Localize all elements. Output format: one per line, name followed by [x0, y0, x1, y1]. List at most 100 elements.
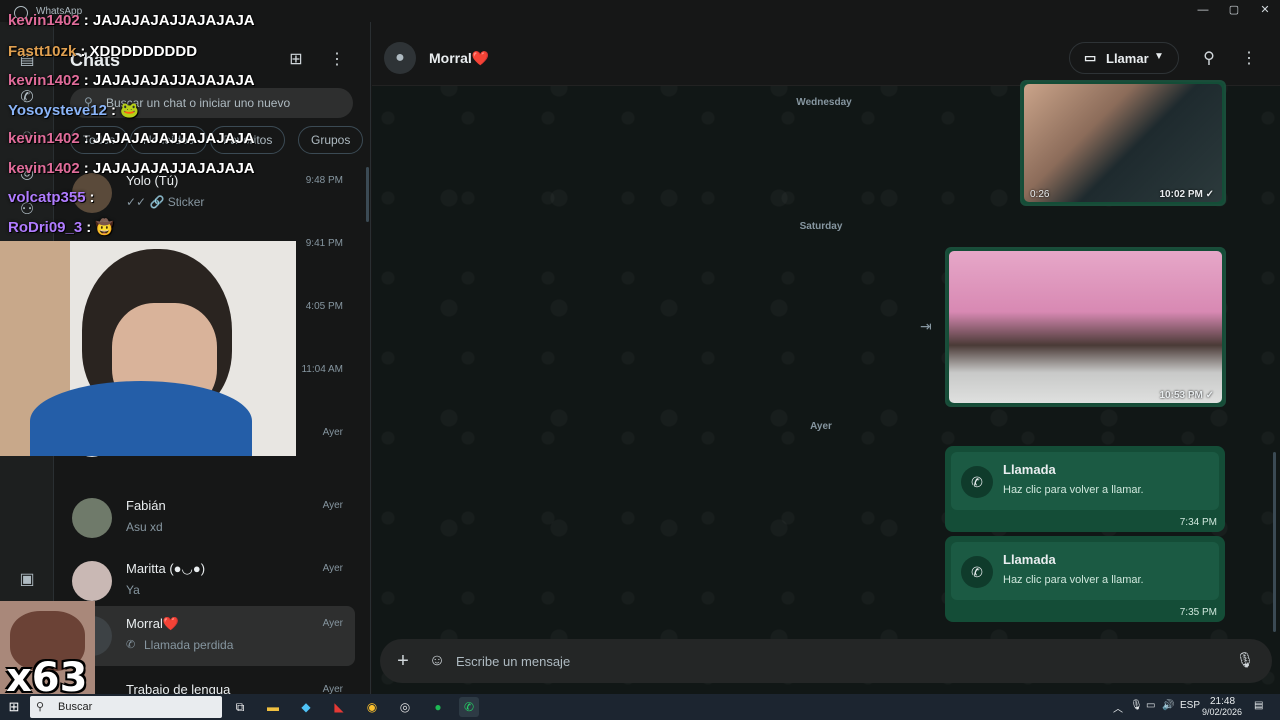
chat-preview: ✓✓ 🔗 Sticker [126, 195, 205, 209]
task-view-icon[interactable]: ⧉ [230, 697, 250, 717]
chat-item-fabian[interactable]: Fabián Ayer Asu xd [54, 488, 370, 551]
chat-name: Trabajo de lengua [126, 682, 231, 694]
message-composer: + ☺ 🎙 [380, 639, 1272, 683]
overlay-text: : 🤠 [86, 219, 115, 236]
day-label: Wednesday [796, 97, 852, 108]
conversation-header: ● Morral❤️ ▭ Llamar ▼ ⚲ ⋮ [372, 22, 1280, 86]
emoji-sticker-icon[interactable]: ☺ [426, 650, 448, 672]
message-input[interactable] [456, 651, 1216, 671]
message-time: 7:34 PM [1179, 517, 1217, 528]
whatsapp-window: WhatsApp — ▢ ✕ ▤ ✆ ◌ ◎ ⚇ ▣ Chats ⊞ ⋮ ⚲ T… [0, 0, 1280, 694]
overlay-user: Fastt10zk [8, 43, 77, 60]
overlay-text: : [89, 189, 95, 206]
overlay-user: Yosoysteve12 [8, 102, 107, 119]
chat-preview: Asu xd [126, 520, 163, 534]
chat-item-maritta[interactable]: Maritta (●◡●) Ayer Ya [54, 551, 370, 614]
store-icon[interactable]: ◆ [296, 697, 316, 717]
message-time: 7:35 PM [1179, 607, 1217, 618]
overlay-text: : XDDDDDDDDD [80, 43, 198, 60]
call-card[interactable]: ✆ Llamada Haz clic para volver a llamar. [951, 542, 1219, 600]
chat-time: Ayer [322, 500, 343, 511]
media-gallery-icon[interactable]: ▣ [15, 568, 39, 592]
overlay-user: RoDri09_3 [8, 219, 83, 236]
chat-time: Ayer [322, 427, 343, 438]
day-label: Ayer [810, 421, 832, 432]
tray-expand-icon[interactable]: ︿ [1113, 700, 1123, 715]
call-message[interactable]: ✆ Llamada Haz clic para volver a llamar.… [945, 446, 1225, 532]
volume-icon[interactable]: 🔊 [1162, 700, 1174, 711]
filter-groups[interactable]: Grupos [298, 126, 364, 154]
image-message[interactable]: 10:53 PM ✓ [945, 247, 1226, 407]
conversation-scrollbar[interactable] [1273, 452, 1276, 632]
call-button[interactable]: ▭ Llamar ▼ [1069, 42, 1179, 74]
call-title: Llamada [1003, 552, 1056, 567]
overlay-user: kevin1402 [8, 160, 80, 177]
microphone-icon[interactable]: 🎙 [1130, 700, 1143, 711]
notifications-icon[interactable]: ▤ [1254, 700, 1263, 711]
app-icon[interactable]: ◣ [329, 697, 349, 717]
overlay-chat-line: kevin1402: JAJAJAJAJJAJAJAJA [8, 130, 255, 147]
overlay-text: : JAJAJAJAJJAJAJAJA [83, 12, 255, 29]
chat-item-trabajo[interactable]: Trabajo de lengua Ayer [54, 672, 370, 694]
overlay-text: : JAJAJAJAJJAJAJAJA [83, 72, 255, 89]
chat-time: 11:04 AM [301, 364, 343, 375]
overlay-user: kevin1402 [8, 12, 80, 29]
missed-call-icon: ✆ [961, 556, 993, 588]
video-message[interactable]: 0:26 10:02 PM ✓ [1020, 80, 1226, 206]
spotify-icon[interactable]: ● [428, 697, 448, 717]
overlay-user: kevin1402 [8, 130, 80, 147]
overlay-text: : JAJAJAJAJJAJAJAJA [83, 130, 255, 147]
new-chat-icon[interactable]: ⊞ [284, 48, 308, 72]
network-icon[interactable]: ▭ [1146, 700, 1155, 711]
message-time: 10:02 PM ✓ [1159, 189, 1214, 200]
microphone-icon[interactable]: 🎙 [1234, 650, 1256, 672]
overlay-chat-line: RoDri09_3: 🤠 [8, 218, 114, 236]
obs-icon[interactable]: ◎ [395, 697, 415, 717]
overlay-user: volcatp355 [8, 189, 86, 206]
conversation-panel: ● Morral❤️ ▭ Llamar ▼ ⚲ ⋮ Wednesday 0:26… [372, 22, 1280, 694]
taskbar-search-label: Buscar [58, 701, 93, 713]
search-icon[interactable]: ⚲ [1198, 48, 1220, 70]
taskbar-search[interactable]: ⚲ Buscar [30, 696, 222, 718]
clock-date[interactable]: 9/02/2026 [1202, 707, 1242, 717]
windows-start-icon[interactable]: ⊞ [6, 699, 22, 715]
chat-preview: Ya [126, 583, 140, 597]
language-indicator[interactable]: ESP [1180, 700, 1200, 711]
emote-badge: x63 [0, 601, 95, 694]
chat-name: Fabián [126, 498, 166, 513]
call-button-label: Llamar [1106, 51, 1149, 66]
day-label: Saturday [799, 221, 843, 232]
call-card[interactable]: ✆ Llamada Haz clic para volver a llamar. [951, 452, 1219, 510]
maximize-icon[interactable]: ▢ [1227, 3, 1241, 17]
call-title: Llamada [1003, 462, 1056, 477]
menu-icon[interactable]: ⋮ [325, 48, 349, 72]
image-thumbnail [949, 251, 1222, 403]
video-camera-icon: ▭ [1084, 50, 1097, 65]
forward-icon[interactable]: ⇥ [920, 318, 932, 335]
windows-taskbar: ⊞ ⚲ Buscar ⧉ ▬ ◆ ◣ ◉ ◎ ● ✆ ︿ 🎙 ▭ 🔊 ESP 2… [0, 694, 1280, 720]
chat-time: 4:05 PM [305, 301, 343, 312]
chat-name: Maritta (●◡●) [126, 561, 206, 576]
chrome-icon[interactable]: ◉ [362, 697, 382, 717]
minimize-icon[interactable]: — [1196, 3, 1210, 17]
search-input[interactable] [106, 94, 341, 112]
close-icon[interactable]: ✕ [1258, 3, 1272, 17]
attach-icon[interactable]: + [392, 650, 414, 672]
chat-preview: Llamada perdida [144, 638, 234, 652]
chat-item-morral[interactable]: Morral❤️ Ayer Llamada perdida ✆ [62, 606, 355, 666]
file-explorer-icon[interactable]: ▬ [263, 697, 283, 717]
contact-name[interactable]: Morral❤️ [429, 50, 489, 67]
menu-icon[interactable]: ⋮ [1238, 48, 1260, 70]
avatar [72, 498, 112, 538]
call-message[interactable]: ✆ Llamada Haz clic para volver a llamar.… [945, 536, 1225, 622]
overlay-text: : JAJAJAJAJJAJAJAJA [83, 160, 255, 177]
overlay-chat-line: kevin1402: JAJAJAJAJJAJAJAJA [8, 72, 255, 89]
chevron-down-icon: ▼ [1154, 51, 1164, 62]
whatsapp-taskbar-icon[interactable]: ✆ [459, 697, 479, 717]
chat-name: Morral❤️ [126, 616, 180, 631]
chat-list-scrollbar[interactable] [366, 167, 369, 222]
contact-avatar-icon[interactable]: ● [384, 42, 416, 74]
call-subtitle: Haz clic para volver a llamar. [1003, 574, 1144, 586]
chat-time: Ayer [322, 618, 343, 629]
clock-time[interactable]: 21:48 [1210, 696, 1235, 707]
